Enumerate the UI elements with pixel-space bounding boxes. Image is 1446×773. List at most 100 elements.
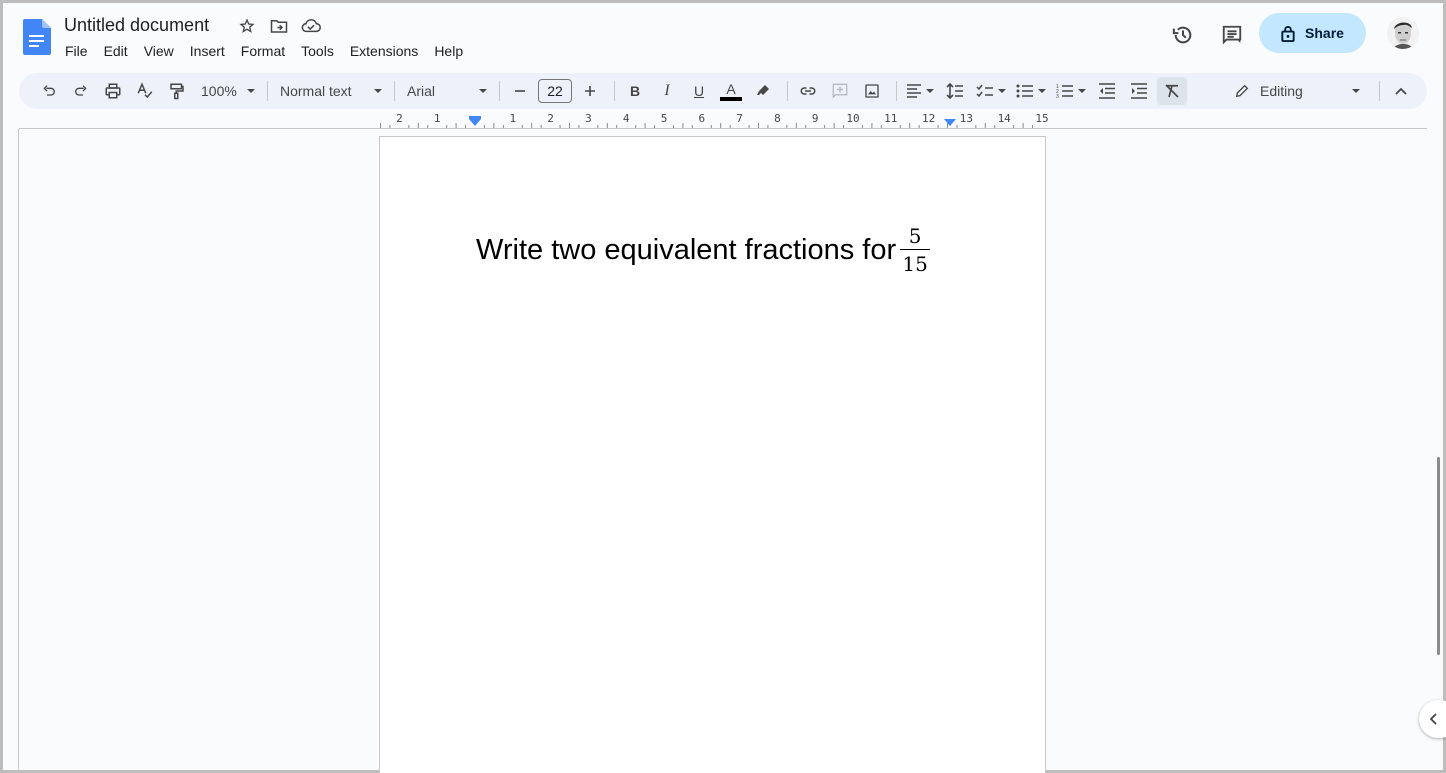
share-label: Share [1305, 25, 1344, 41]
insert-image-button[interactable] [858, 77, 886, 105]
ruler-label: 7 [736, 112, 743, 125]
font-value: Arial [407, 83, 436, 99]
svg-text:3: 3 [1056, 94, 1059, 99]
menu-extensions[interactable]: Extensions [344, 43, 424, 59]
italic-button[interactable]: I [653, 77, 681, 105]
numbered-list-select[interactable]: 123 [1053, 77, 1089, 105]
chevron-down-icon [1078, 89, 1086, 93]
ruler-label: 11 [884, 112, 897, 125]
ruler-label: 1 [434, 112, 441, 125]
decrease-font-size-button[interactable] [506, 77, 534, 105]
menu-help[interactable]: Help [428, 43, 469, 59]
ruler-label: 4 [623, 112, 630, 125]
cloud-saved-icon[interactable] [301, 16, 321, 36]
lock-icon [1281, 25, 1295, 42]
font-size-input[interactable]: 22 [538, 79, 572, 103]
horizontal-ruler[interactable]: 2 1 1 2 3 4 5 6 7 8 9 10 11 12 13 14 15 [19, 111, 1427, 129]
divider [787, 81, 788, 101]
star-icon[interactable] [237, 16, 257, 36]
paint-format-button[interactable] [163, 77, 191, 105]
chevron-up-icon [1395, 87, 1407, 95]
zoom-select[interactable]: 100% [195, 83, 261, 99]
divider [394, 81, 395, 101]
redo-button[interactable] [67, 77, 95, 105]
menu-edit[interactable]: Edit [98, 43, 134, 59]
menu-bar: File Edit View Insert Format Tools Exten… [64, 43, 473, 59]
menu-file[interactable]: File [64, 43, 94, 59]
menu-view[interactable]: View [138, 43, 180, 59]
divider [614, 81, 615, 101]
pencil-icon [1235, 84, 1249, 98]
chevron-down-icon [479, 89, 487, 93]
increase-font-size-button[interactable] [576, 77, 604, 105]
insert-link-button[interactable] [794, 77, 822, 105]
ruler-label: 2 [396, 112, 403, 125]
editing-mode-label: Editing [1260, 83, 1303, 99]
left-indent-marker[interactable] [469, 119, 481, 126]
account-avatar[interactable] [1387, 17, 1419, 49]
chevron-down-icon [926, 89, 934, 93]
ruler-label: 1 [509, 112, 516, 125]
menu-format[interactable]: Format [235, 43, 291, 59]
document-title[interactable]: Untitled document [64, 15, 209, 36]
right-indent-marker[interactable] [944, 119, 956, 126]
align-select[interactable] [903, 77, 937, 105]
first-line-indent-marker[interactable] [469, 116, 481, 119]
document-paragraph[interactable]: Write two equivalent fractions for 5 15 [476, 223, 931, 278]
ruler-label: 3 [585, 112, 592, 125]
chevron-down-icon [1038, 89, 1046, 93]
chevron-down-icon [247, 89, 255, 93]
font-select[interactable]: Arial [401, 83, 493, 99]
editing-mode-select[interactable]: Editing [1234, 77, 1364, 105]
top-bar: Untitled document File Edit View Insert … [3, 3, 1443, 71]
divider [1379, 81, 1380, 101]
text-color-button[interactable]: A [717, 77, 745, 105]
move-to-folder-icon[interactable] [269, 16, 289, 36]
paragraph-style-select[interactable]: Normal text [274, 83, 388, 99]
increase-indent-button[interactable] [1125, 77, 1153, 105]
document-page[interactable]: Write two equivalent fractions for 5 15 [379, 136, 1046, 773]
line-spacing-button[interactable] [941, 77, 969, 105]
print-button[interactable] [99, 77, 127, 105]
chevron-down-icon [998, 89, 1006, 93]
decrease-indent-button[interactable] [1093, 77, 1121, 105]
clear-formatting-button[interactable] [1157, 77, 1187, 105]
divider [267, 81, 268, 101]
zoom-value: 100% [201, 83, 237, 99]
ruler-label: 10 [846, 112, 859, 125]
bold-button[interactable]: B [621, 77, 649, 105]
ruler-label: 8 [774, 112, 781, 125]
divider [499, 81, 500, 101]
ruler-label: 2 [547, 112, 554, 125]
paragraph-style-value: Normal text [280, 83, 352, 99]
add-comment-button[interactable] [826, 77, 854, 105]
hide-menus-button[interactable] [1389, 79, 1413, 103]
ruler-label: 15 [1035, 112, 1048, 125]
chevron-down-icon [1352, 89, 1360, 93]
ruler-label: 14 [998, 112, 1012, 125]
menu-insert[interactable]: Insert [184, 43, 231, 59]
chevron-down-icon [374, 89, 382, 93]
text-color-letter: A [726, 80, 736, 97]
checklist-select[interactable] [973, 77, 1009, 105]
ruler-label: 13 [960, 112, 973, 125]
undo-button[interactable] [35, 77, 63, 105]
ruler-label: 5 [661, 112, 668, 125]
show-side-panel-button[interactable] [1419, 700, 1446, 738]
formatting-toolbar: 100% Normal text Arial 22 B I U A 1 2 3 … [19, 73, 1427, 109]
equation-fraction[interactable]: 5 15 [900, 223, 931, 278]
underline-button[interactable]: U [685, 77, 713, 105]
spellcheck-button[interactable] [131, 77, 159, 105]
version-history-icon[interactable] [1171, 23, 1195, 47]
vertical-scrollbar[interactable] [1437, 457, 1440, 655]
bulleted-list-select[interactable] [1013, 77, 1049, 105]
fraction-denominator: 15 [902, 252, 928, 276]
divider [896, 81, 897, 101]
text-color-swatch [720, 96, 742, 101]
share-button[interactable]: Share [1259, 13, 1366, 53]
highlight-color-button[interactable] [749, 77, 777, 105]
comments-icon[interactable] [1220, 23, 1244, 47]
docs-logo-icon[interactable] [23, 19, 51, 55]
ruler-label: 6 [698, 112, 705, 125]
menu-tools[interactable]: Tools [295, 43, 340, 59]
